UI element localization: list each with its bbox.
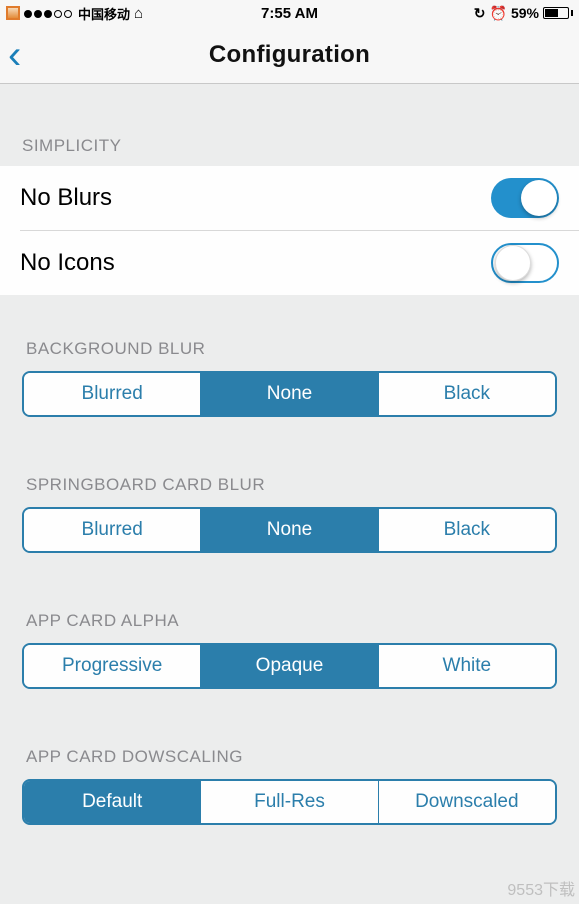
seg-bg-blurred[interactable]: Blurred [24, 373, 201, 415]
seg-alpha-opaque[interactable]: Opaque [201, 645, 378, 687]
section-header-simplicity: SIMPLICITY [0, 136, 579, 166]
nav-bar: ‹ Configuration [0, 26, 579, 84]
status-right: ↻ ⏰ 59% [474, 5, 573, 22]
seg-sb-blurred[interactable]: Blurred [24, 509, 201, 551]
label-no-blurs: No Blurs [20, 184, 112, 212]
seg-bg-black[interactable]: Black [379, 373, 555, 415]
app-indicator-icon [6, 6, 20, 20]
row-no-blurs: No Blurs [0, 166, 579, 230]
status-left: 中国移动 ⌂ [6, 4, 143, 23]
wifi-icon: ⌂ [134, 5, 143, 22]
seg-alpha-white[interactable]: White [379, 645, 555, 687]
seg-sb-black[interactable]: Black [379, 509, 555, 551]
watermark: 9553下载 [507, 876, 575, 900]
battery-percent: 59% [511, 5, 539, 21]
section-header-springboard-blur: SPRINGBOARD CARD BLUR [0, 431, 579, 507]
row-no-icons: No Icons [0, 231, 579, 295]
carrier-label: 中国移动 [78, 4, 130, 23]
alarm-icon: ⏰ [490, 5, 507, 22]
seg-alpha-progressive[interactable]: Progressive [24, 645, 201, 687]
page-title: Configuration [209, 41, 370, 69]
signal-strength-icon [24, 5, 74, 21]
segmented-app-card-downscaling: Default Full-Res Downscaled [22, 779, 557, 825]
seg-down-fullres[interactable]: Full-Res [201, 781, 378, 823]
toggle-no-icons[interactable] [491, 243, 559, 283]
back-button[interactable]: ‹ [0, 35, 21, 75]
seg-down-default[interactable]: Default [24, 781, 201, 823]
clock: 7:55 AM [261, 5, 318, 22]
rotation-lock-icon: ↻ [474, 5, 486, 22]
segmented-springboard-blur: Blurred None Black [22, 507, 557, 553]
status-bar: 中国移动 ⌂ 7:55 AM ↻ ⏰ 59% [0, 0, 579, 26]
section-header-app-card-alpha: APP CARD ALPHA [0, 567, 579, 643]
battery-icon [543, 7, 573, 19]
group-simplicity: No Blurs No Icons [0, 166, 579, 295]
segmented-app-card-alpha: Progressive Opaque White [22, 643, 557, 689]
toggle-no-blurs[interactable] [491, 178, 559, 218]
seg-down-downscaled[interactable]: Downscaled [379, 781, 555, 823]
seg-sb-none[interactable]: None [201, 509, 378, 551]
section-header-background-blur: BACKGROUND BLUR [0, 295, 579, 371]
segmented-background-blur: Blurred None Black [22, 371, 557, 417]
section-header-app-card-downscaling: APP CARD DOWSCALING [0, 703, 579, 779]
seg-bg-none[interactable]: None [201, 373, 378, 415]
label-no-icons: No Icons [20, 249, 115, 277]
